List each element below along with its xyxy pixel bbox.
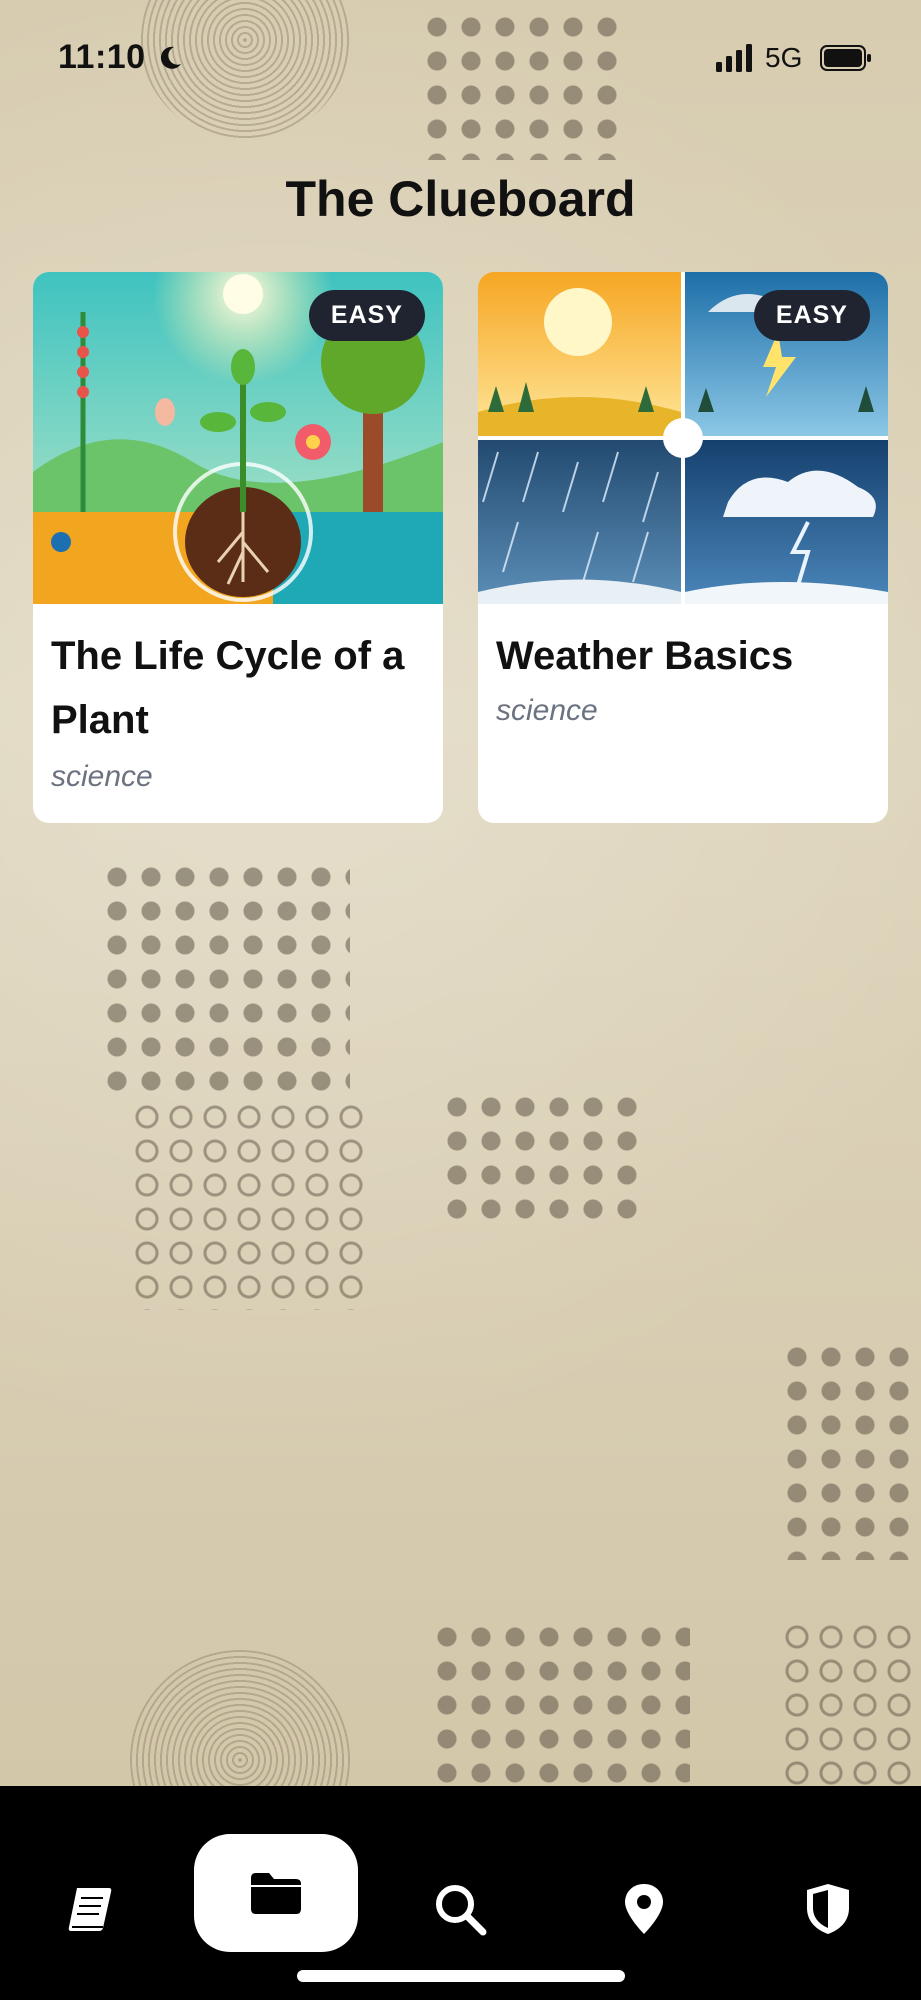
moon-icon — [160, 46, 181, 69]
background-texture — [440, 1090, 640, 1230]
book-icon — [68, 1888, 112, 1931]
difficulty-badge: EASY — [308, 290, 425, 341]
page-title: The Clueboard — [285, 171, 636, 227]
background-texture — [780, 1340, 921, 1560]
background-texture — [130, 1100, 370, 1310]
background-texture — [430, 1620, 690, 1786]
card-subject: science — [496, 694, 598, 727]
tab-folders[interactable] — [194, 1834, 358, 1952]
tab-library[interactable] — [57, 1874, 127, 1944]
shield-icon — [807, 1884, 849, 1934]
background-texture — [780, 1620, 921, 1786]
card-title: The Life Cycle of a Plant — [51, 634, 405, 742]
tab-security[interactable] — [793, 1874, 863, 1944]
card-subject: science — [51, 760, 153, 793]
tab-search[interactable] — [425, 1874, 495, 1944]
tab-map[interactable] — [609, 1874, 679, 1944]
difficulty-badge: EASY — [753, 290, 870, 341]
location-pin-icon — [625, 1884, 663, 1934]
lesson-card[interactable]: EASY The Life Cycle of a Plant science — [33, 272, 443, 823]
network-label: 5G — [765, 42, 803, 73]
search-icon — [436, 1885, 487, 1936]
card-title: Weather Basics — [496, 634, 794, 678]
status-time: 11:10 — [58, 38, 146, 76]
lesson-card[interactable]: EASY Weather Basics science — [478, 272, 888, 823]
status-bar: 11:10 5G — [0, 0, 921, 110]
background-texture — [100, 860, 350, 1100]
folder-icon — [251, 1873, 301, 1914]
tab-bar — [0, 1786, 921, 2000]
home-indicator[interactable] — [297, 1970, 625, 1982]
signal-icon — [716, 44, 752, 72]
battery-icon — [820, 45, 871, 71]
